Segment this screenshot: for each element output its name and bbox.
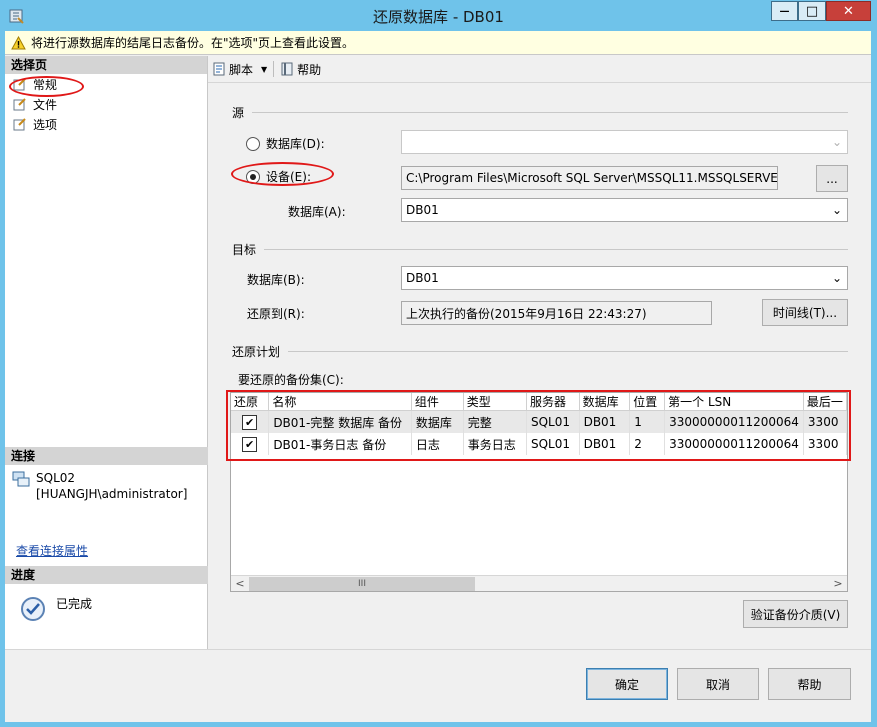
info-bar: 将进行源数据库的结尾日志备份。在"选项"页上查看此设置。 [5, 31, 871, 55]
source-db-dropdown[interactable]: DB01 ⌄ [401, 198, 848, 222]
check-icon [20, 596, 46, 625]
page-icon [13, 117, 27, 131]
chevron-down-icon: ⌄ [831, 203, 843, 217]
divider [264, 249, 848, 250]
server-icon [12, 470, 30, 491]
database-radio-label: 数据库(D): [266, 137, 325, 151]
progress-status: 已完成 [56, 597, 93, 611]
ok-button[interactable]: 确定 [586, 668, 668, 700]
select-page-header: 选择页 [5, 56, 207, 74]
restore-to-label: 还原到(R): [247, 307, 305, 321]
connection-header: 连接 [5, 447, 208, 465]
chevron-down-icon: ⌄ [831, 271, 843, 285]
toolbar: 脚本 ▼ 帮助 [208, 56, 871, 83]
divider [288, 351, 848, 352]
target-db-label: 数据库(B): [247, 273, 305, 287]
page-icon [13, 97, 27, 111]
close-icon: ✕ [843, 3, 854, 19]
left-pane: 选择页 常规 文件 选项 [5, 56, 208, 649]
maximize-icon: □ [805, 3, 819, 19]
chevron-down-icon: ▼ [261, 64, 268, 74]
horizontal-scrollbar[interactable]: < III > [231, 575, 847, 591]
help-toolbar-button[interactable]: 帮助 [276, 58, 325, 80]
page-item-options[interactable]: 选项 [5, 114, 207, 134]
info-bar-text: 将进行源数据库的结尾日志备份。在"选项"页上查看此设置。 [31, 36, 355, 50]
maximize-button[interactable]: □ [798, 1, 826, 21]
script-button[interactable]: 脚本 ▼ [208, 58, 271, 80]
target-group-text: 目标 [232, 243, 257, 257]
progress-header: 进度 [5, 566, 208, 584]
chevron-down-icon: ⌄ [831, 135, 843, 149]
window-title: 还原数据库 - DB01 [373, 8, 504, 26]
minimize-icon: — [779, 5, 790, 17]
scroll-left-icon[interactable]: < [233, 577, 247, 591]
minimize-button[interactable]: — [771, 1, 798, 21]
toolbar-separator [273, 61, 275, 77]
divider [252, 112, 848, 113]
source-database-dropdown[interactable]: ⌄ [401, 130, 848, 154]
verify-backup-media-button[interactable]: 验证备份介质(V) [743, 600, 848, 628]
page-item-files[interactable]: 文件 [5, 94, 207, 114]
scroll-thumb[interactable]: III [249, 577, 475, 591]
restore-to-field: 上次执行的备份(2015年9月16日 22:43:27) [401, 301, 712, 325]
script-icon [212, 62, 226, 76]
highlight-backup-sets [226, 390, 851, 461]
highlight-general [9, 76, 84, 97]
script-label: 脚本 [229, 62, 254, 77]
device-path-field[interactable]: C:\Program Files\Microsoft SQL Server\MS… [401, 166, 778, 190]
source-group-text: 源 [232, 106, 245, 120]
help-button[interactable]: 帮助 [768, 668, 851, 700]
target-group-label: 目标 [232, 241, 848, 258]
source-db-value: DB01 [406, 203, 439, 217]
plan-group-text: 还原计划 [232, 345, 281, 359]
source-group-label: 源 [232, 104, 848, 121]
page-item-options-label: 选项 [33, 117, 58, 132]
timeline-button[interactable]: 时间线(T)... [762, 299, 848, 326]
target-db-value: DB01 [406, 271, 439, 285]
browse-device-button[interactable]: ... [816, 165, 848, 192]
warning-icon [11, 35, 26, 50]
backup-sets-label: 要还原的备份集(C): [238, 373, 344, 387]
scroll-right-icon[interactable]: > [831, 577, 845, 591]
connection-user: [HUANGJH\administrator] [36, 487, 188, 501]
close-button[interactable]: ✕ [826, 1, 871, 21]
help-toolbar-label: 帮助 [297, 62, 322, 77]
plan-group-label: 还原计划 [232, 343, 848, 360]
cancel-button[interactable]: 取消 [677, 668, 759, 700]
connection-server: SQL02 [36, 471, 76, 485]
help-icon [280, 62, 294, 76]
page-item-files-label: 文件 [33, 97, 58, 112]
view-connection-properties-link[interactable]: 查看连接属性 [16, 542, 88, 559]
target-db-dropdown[interactable]: DB01 ⌄ [401, 266, 848, 290]
source-db-label: 数据库(A): [288, 205, 346, 219]
database-radio-circle[interactable] [246, 136, 260, 151]
database-radio[interactable]: 数据库(D): [246, 135, 325, 152]
highlight-device [231, 162, 334, 186]
